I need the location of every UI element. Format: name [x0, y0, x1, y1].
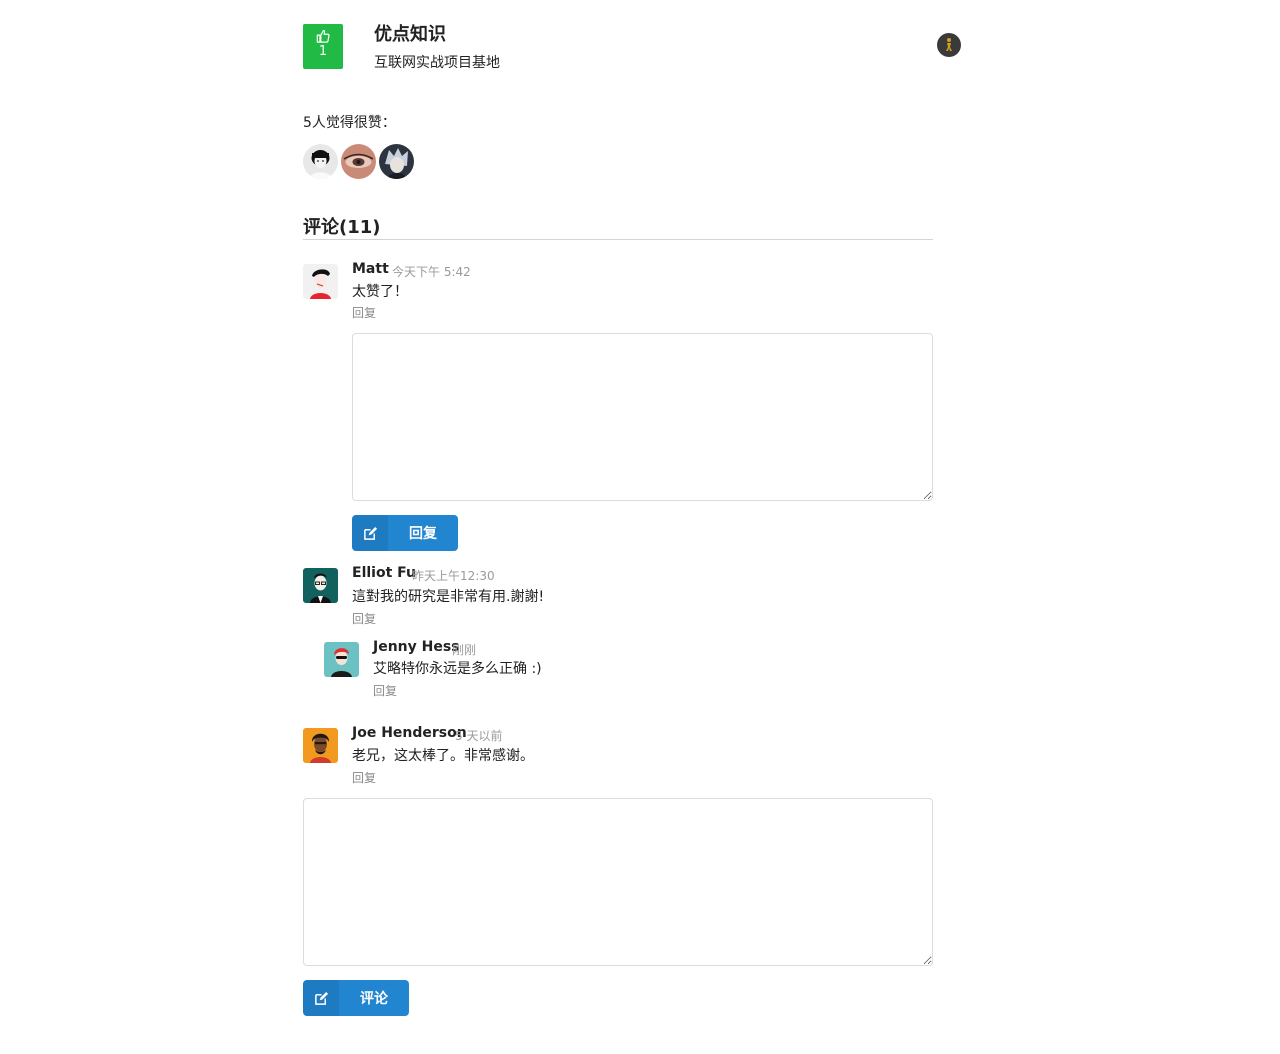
divider: [303, 239, 933, 240]
edit-icon: [303, 980, 339, 1016]
page-subtitle: 互联网实战项目基地: [374, 55, 500, 71]
avatar-image: [303, 568, 338, 603]
comment-submit-label: 评论: [360, 991, 388, 1007]
avatar[interactable]: [303, 728, 338, 763]
avatar-image: [341, 144, 376, 179]
comment-text: 艾略特你永远是多么正确 :): [373, 661, 542, 677]
avatar-image: [303, 264, 338, 299]
comments-header: 评论(11): [303, 217, 381, 238]
figure-icon: [946, 38, 952, 51]
reply-link[interactable]: 回复: [352, 769, 376, 786]
reply-link[interactable]: 回复: [373, 682, 397, 699]
avatar-image: [379, 144, 414, 179]
comment-time: 今天下午 5:42: [392, 265, 471, 279]
comment-submit-button[interactable]: 评论: [303, 980, 409, 1016]
like-count: 1: [318, 44, 328, 59]
comment-text: 太赞了！: [352, 284, 408, 300]
avatar-image: [324, 642, 359, 677]
comment-time: 5 天以前: [455, 729, 503, 743]
reply-submit-button[interactable]: 回复: [352, 515, 458, 551]
comment-author[interactable]: Jenny Hess: [373, 639, 460, 655]
comment-author[interactable]: Matt: [352, 261, 389, 277]
avatar[interactable]: [303, 264, 338, 299]
comment-author[interactable]: Joe Henderson: [352, 725, 467, 741]
comment-author[interactable]: Elliot Fu: [352, 565, 416, 581]
likers-label: 5人觉得很赞：: [303, 115, 396, 131]
reply-link[interactable]: 回复: [352, 304, 376, 321]
reply-textarea[interactable]: [352, 333, 933, 501]
comment-time: 昨天上午12:30: [412, 569, 495, 583]
page-title: 优点知识: [374, 24, 446, 45]
reply-link[interactable]: 回复: [352, 610, 376, 627]
avatar[interactable]: [324, 642, 359, 677]
reply-submit-label: 回复: [409, 526, 437, 542]
page: 1 优点知识 互联网实战项目基地 5人觉得很赞： 评论(11) Matt 今天下…: [0, 0, 1280, 1054]
avatar-image: [303, 728, 338, 763]
like-button[interactable]: 1: [303, 24, 343, 69]
edit-icon: [352, 515, 388, 551]
liker-avatar[interactable]: [341, 144, 376, 179]
avatar-image: [303, 144, 338, 179]
comment-textarea[interactable]: [303, 798, 933, 966]
thumbs-up-icon: [316, 29, 330, 43]
comment-text: 這對我的研究是非常有用.謝謝!: [352, 589, 545, 605]
liker-avatar[interactable]: [303, 144, 338, 179]
user-badge[interactable]: [937, 33, 961, 57]
comment-time: 刚刚: [452, 643, 477, 657]
comment-text: 老兄，这太棒了。非常感谢。: [352, 748, 534, 764]
avatar[interactable]: [303, 568, 338, 603]
liker-avatar[interactable]: [379, 144, 414, 179]
